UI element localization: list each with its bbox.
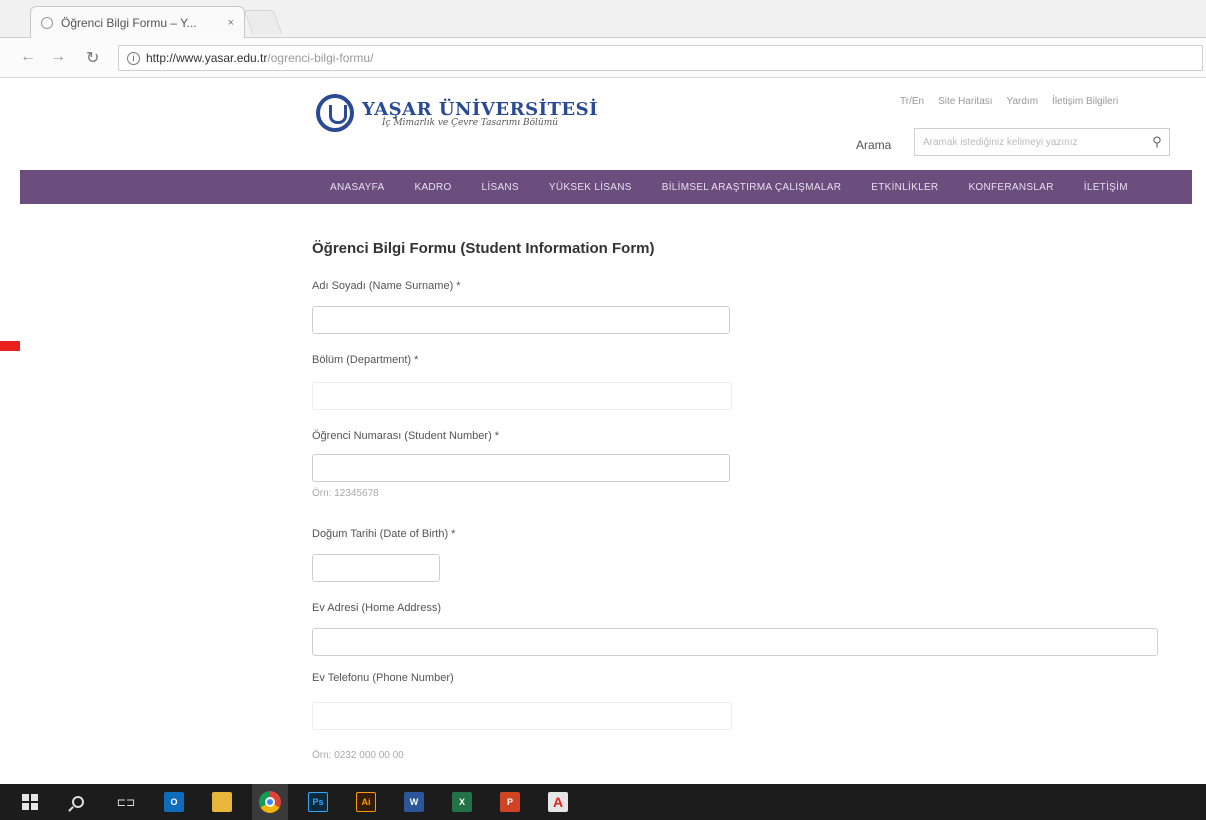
nav-item-research[interactable]: BİLİMSEL ARAŞTIRMA ÇALIŞMALAR [662, 182, 842, 193]
university-logo[interactable]: YAŞAR ÜNİVERSİTESİ İç Mimarlık ve Çevre … [316, 94, 598, 132]
search-placeholder: Aramak istediğiniz kelimeyi yazınız [923, 136, 1078, 148]
nav-item-home[interactable]: ANASAYFA [330, 182, 384, 193]
task-view-icon[interactable]: ⊏⊐ [108, 784, 144, 820]
phone-hint: Örn: 0232 000 00 00 [312, 750, 404, 761]
top-link-help[interactable]: Yardım [1007, 96, 1039, 107]
search-input[interactable]: Aramak istediğiniz kelimeyi yazınız ⚲ [914, 128, 1170, 156]
back-arrow-icon[interactable]: ← [20, 48, 36, 66]
nav-item-events[interactable]: ETKİNLİKLER [871, 182, 938, 193]
photoshop-icon[interactable]: Ps [300, 784, 336, 820]
home-address-input[interactable] [312, 628, 1158, 656]
university-emblem-icon [316, 94, 354, 132]
windows-taskbar: ⊏⊐ O Ps Ai W X P A [0, 784, 1206, 820]
department-label: Bölüm (Department) * [312, 354, 419, 366]
student-number-label: Öğrenci Numarası (Student Number) * [312, 430, 500, 442]
nav-item-graduate[interactable]: YÜKSEK LİSANS [549, 182, 632, 193]
forward-arrow-icon[interactable]: → [50, 48, 66, 66]
url-path: /ogrenci-bilgi-formu/ [267, 51, 374, 65]
nav-item-undergraduate[interactable]: LİSANS [482, 182, 519, 193]
top-link-contact[interactable]: İletişim Bilgileri [1052, 96, 1118, 107]
page-favicon-icon [41, 16, 53, 29]
phone-label: Ev Telefonu (Phone Number) [312, 672, 454, 684]
info-icon[interactable]: i [127, 51, 140, 65]
word-icon[interactable]: W [396, 784, 432, 820]
search-icon[interactable]: ⚲ [1145, 134, 1169, 150]
name-input[interactable] [312, 306, 730, 334]
acrobat-icon[interactable]: A [540, 784, 576, 820]
department-select[interactable] [312, 382, 732, 410]
address-bar[interactable]: i http://www.yasar.edu.tr /ogrenci-bilgi… [118, 45, 1203, 71]
student-number-input[interactable] [312, 454, 730, 482]
search-icon[interactable] [60, 784, 96, 820]
file-explorer-icon[interactable] [204, 784, 240, 820]
powerpoint-icon[interactable]: P [492, 784, 528, 820]
browser-toolbar: ← → ↻ i http://www.yasar.edu.tr /ogrenci… [0, 38, 1206, 78]
birth-date-input[interactable] [312, 554, 440, 582]
main-nav: ANASAYFA KADRO LİSANS YÜKSEK LİSANS BİLİ… [20, 170, 1192, 204]
nav-item-contact[interactable]: İLETİŞİM [1084, 182, 1128, 193]
windows-start-icon[interactable] [12, 784, 48, 820]
nav-item-staff[interactable]: KADRO [414, 182, 451, 193]
tab-title: Öğrenci Bilgi Formu – Y... [61, 15, 197, 30]
student-number-hint: Örn: 12345678 [312, 488, 379, 499]
page-title: Öğrenci Bilgi Formu (Student Information… [312, 240, 655, 257]
url-host: http://www.yasar.edu.tr [146, 51, 268, 65]
reload-icon[interactable]: ↻ [86, 48, 99, 68]
nav-item-conferences[interactable]: KONFERANSLAR [968, 182, 1053, 193]
search-label: Arama [856, 138, 892, 152]
outlook-icon[interactable]: O [156, 784, 192, 820]
top-link-language[interactable]: Tr/En [900, 96, 924, 107]
browser-tab-bar: Öğrenci Bilgi Formu – Y... × [0, 0, 1206, 38]
close-tab-icon[interactable]: × [228, 17, 234, 29]
logo-title: YAŞAR ÜNİVERSİTESİ [362, 98, 599, 120]
birth-date-label: Doğum Tarihi (Date of Birth) * [312, 528, 456, 540]
browser-tab[interactable]: Öğrenci Bilgi Formu – Y... × [30, 6, 245, 38]
chrome-icon[interactable] [252, 784, 288, 820]
top-links: Tr/En Site Haritası Yardım İletişim Bilg… [900, 96, 1118, 107]
red-marker [0, 341, 20, 351]
illustrator-icon[interactable]: Ai [348, 784, 384, 820]
excel-icon[interactable]: X [444, 784, 480, 820]
name-label: Adı Soyadı (Name Surname) * [312, 280, 461, 292]
new-tab-button[interactable] [243, 10, 283, 34]
phone-input[interactable] [312, 702, 732, 730]
top-link-sitemap[interactable]: Site Haritası [938, 96, 992, 107]
home-address-label: Ev Adresi (Home Address) [312, 602, 441, 614]
